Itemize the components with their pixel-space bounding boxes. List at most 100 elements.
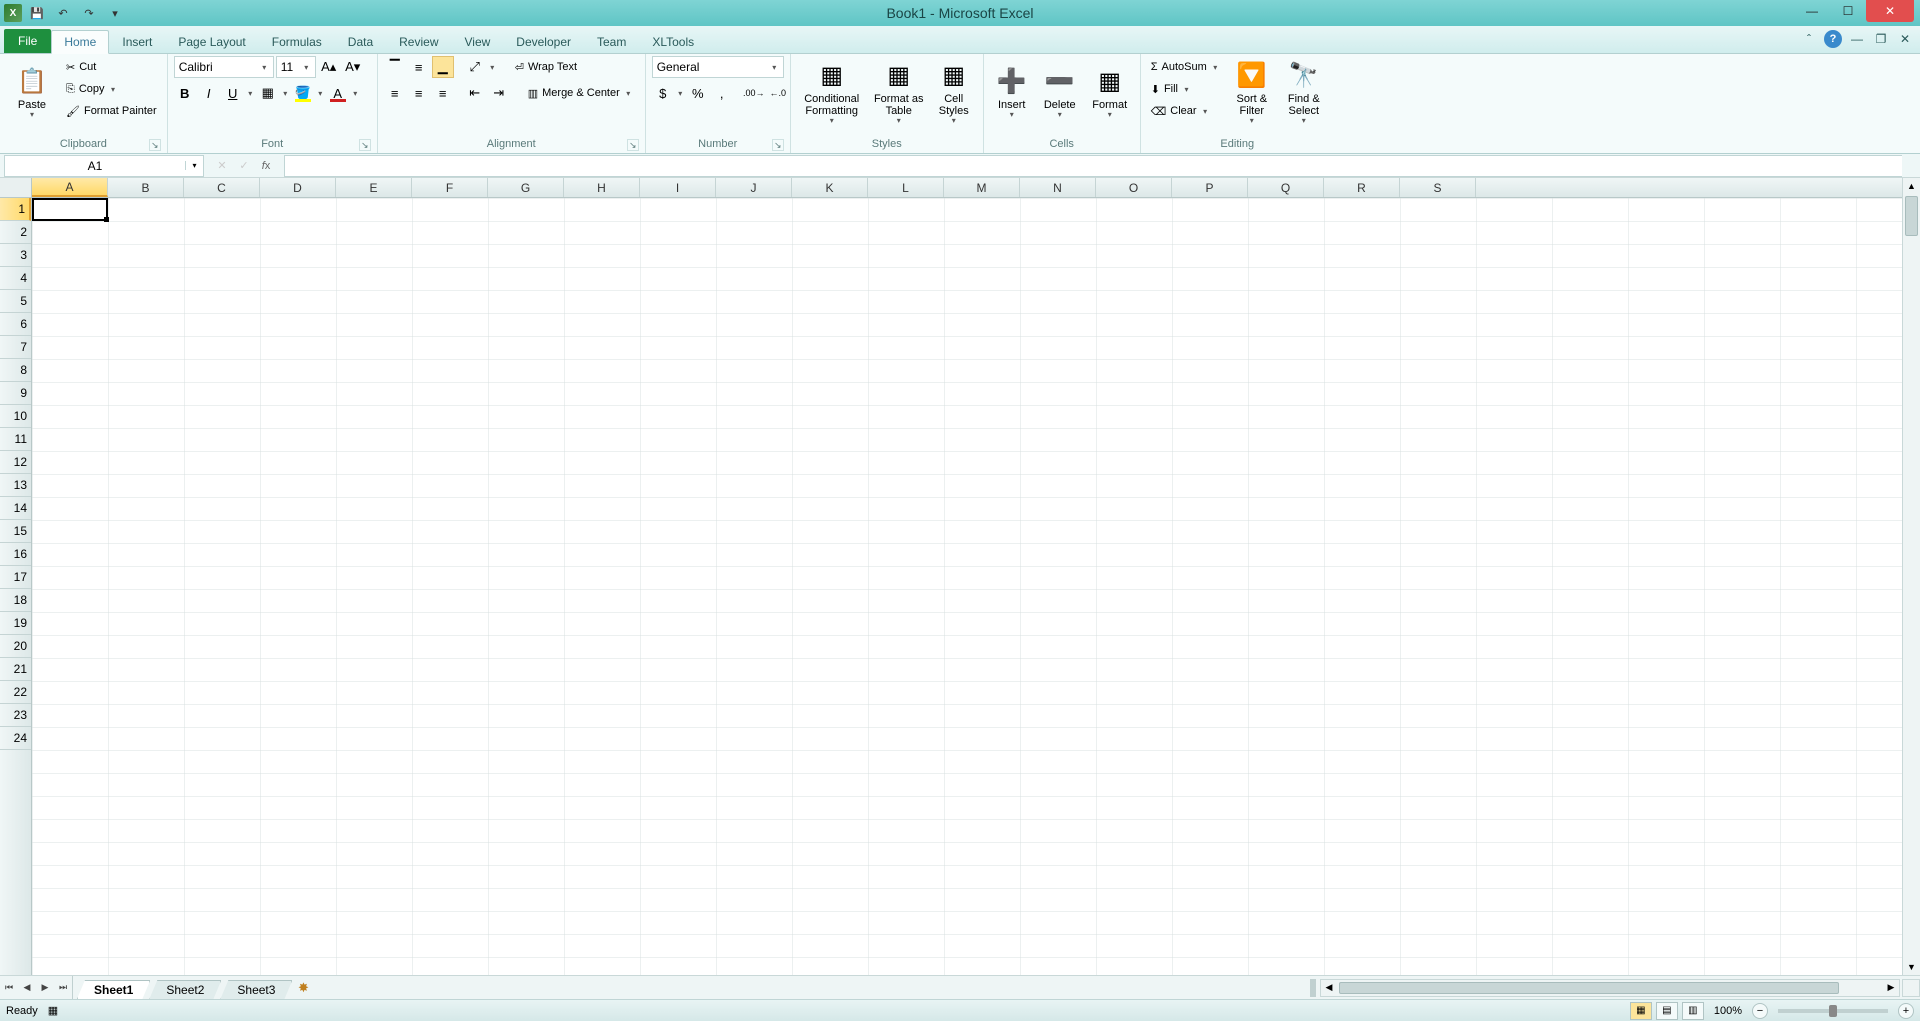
row-header-9[interactable]: 9 xyxy=(0,382,31,405)
hscroll-thumb[interactable] xyxy=(1339,982,1839,994)
row-header-18[interactable]: 18 xyxy=(0,589,31,612)
delete-cells-button[interactable]: ➖Delete▾ xyxy=(1038,56,1082,130)
row-header-3[interactable]: 3 xyxy=(0,244,31,267)
next-sheet-button[interactable]: ▶ xyxy=(36,976,54,999)
row-header-7[interactable]: 7 xyxy=(0,336,31,359)
column-header-S[interactable]: S xyxy=(1400,178,1476,197)
insert-cells-button[interactable]: ➕Insert▾ xyxy=(990,56,1034,130)
last-sheet-button[interactable]: ⏭ xyxy=(54,976,72,999)
undo-button[interactable]: ↶ xyxy=(52,3,74,23)
format-painter-button[interactable]: 🖌Format Painter xyxy=(62,100,161,122)
row-header-24[interactable]: 24 xyxy=(0,727,31,750)
increase-decimal-button[interactable]: .00→ xyxy=(743,82,765,104)
sheet-tab-sheet3[interactable]: Sheet3 xyxy=(220,980,292,999)
row-header-15[interactable]: 15 xyxy=(0,520,31,543)
row-header-13[interactable]: 13 xyxy=(0,474,31,497)
row-header-10[interactable]: 10 xyxy=(0,405,31,428)
row-header-11[interactable]: 11 xyxy=(0,428,31,451)
name-box[interactable]: A1 ▾ xyxy=(4,155,204,177)
new-sheet-button[interactable]: ✸ xyxy=(291,980,315,996)
column-header-H[interactable]: H xyxy=(564,178,640,197)
close-button[interactable]: ✕ xyxy=(1866,0,1914,22)
row-header-16[interactable]: 16 xyxy=(0,543,31,566)
mdi-minimize-icon[interactable]: — xyxy=(1848,30,1866,48)
tab-page-layout[interactable]: Page Layout xyxy=(165,29,258,53)
paste-button[interactable]: 📋 Paste ▾ xyxy=(6,56,58,130)
row-header-4[interactable]: 4 xyxy=(0,267,31,290)
decrease-decimal-button[interactable]: ←.0 xyxy=(767,82,789,104)
save-button[interactable]: 💾 xyxy=(26,3,48,23)
tab-split-handle[interactable] xyxy=(1310,979,1316,997)
minimize-button[interactable]: — xyxy=(1794,0,1830,22)
select-all-corner[interactable] xyxy=(0,178,32,198)
redo-button[interactable]: ↷ xyxy=(78,3,100,23)
conditional-formatting-button[interactable]: ▦Conditional Formatting▾ xyxy=(797,56,867,130)
scroll-up-icon[interactable]: ▲ xyxy=(1903,178,1920,194)
column-header-E[interactable]: E xyxy=(336,178,412,197)
cancel-formula-icon[interactable]: ✕ xyxy=(212,156,232,176)
align-right-button[interactable]: ≡ xyxy=(432,82,454,104)
format-as-table-button[interactable]: ▦Format as Table▾ xyxy=(871,56,927,130)
italic-button[interactable]: I xyxy=(198,82,220,104)
format-cells-button[interactable]: ▦Format▾ xyxy=(1086,56,1134,130)
column-header-F[interactable]: F xyxy=(412,178,488,197)
name-box-dropdown[interactable]: ▾ xyxy=(185,161,203,170)
fill-button[interactable]: ⬇Fill▾ xyxy=(1147,78,1224,100)
column-header-K[interactable]: K xyxy=(792,178,868,197)
column-header-M[interactable]: M xyxy=(944,178,1020,197)
row-header-20[interactable]: 20 xyxy=(0,635,31,658)
row-header-17[interactable]: 17 xyxy=(0,566,31,589)
vertical-scrollbar[interactable]: ▲ ▼ xyxy=(1902,178,1920,975)
tab-view[interactable]: View xyxy=(452,29,504,53)
column-header-D[interactable]: D xyxy=(260,178,336,197)
bold-button[interactable]: B xyxy=(174,82,196,104)
minimize-ribbon-icon[interactable]: ˆ xyxy=(1800,30,1818,48)
fill-color-button[interactable]: 🪣 xyxy=(292,82,314,104)
tab-team[interactable]: Team xyxy=(584,29,639,53)
font-color-button[interactable]: A xyxy=(327,82,349,104)
tab-xltools[interactable]: XLTools xyxy=(639,29,707,53)
column-header-L[interactable]: L xyxy=(868,178,944,197)
accounting-format-button[interactable]: $ xyxy=(652,82,674,104)
row-header-2[interactable]: 2 xyxy=(0,221,31,244)
split-box[interactable] xyxy=(1902,979,1920,997)
align-left-button[interactable]: ≡ xyxy=(384,82,406,104)
zoom-in-button[interactable]: + xyxy=(1898,1003,1914,1019)
copy-button[interactable]: ⎘Copy▾ xyxy=(62,78,161,100)
row-header-8[interactable]: 8 xyxy=(0,359,31,382)
formula-input[interactable] xyxy=(284,155,1902,177)
tab-formulas[interactable]: Formulas xyxy=(259,29,335,53)
cut-button[interactable]: ✂Cut xyxy=(62,56,161,78)
decrease-indent-button[interactable]: ⇤ xyxy=(464,82,486,104)
column-header-I[interactable]: I xyxy=(640,178,716,197)
autosum-button[interactable]: ΣAutoSum▾ xyxy=(1147,56,1224,78)
column-header-O[interactable]: O xyxy=(1096,178,1172,197)
fx-icon[interactable]: fx xyxy=(256,156,276,176)
page-layout-view-button[interactable]: ▤ xyxy=(1656,1002,1678,1020)
font-size-combo[interactable]: 11▾ xyxy=(276,56,316,78)
percent-button[interactable]: % xyxy=(687,82,709,104)
enter-formula-icon[interactable]: ✓ xyxy=(234,156,254,176)
row-header-21[interactable]: 21 xyxy=(0,658,31,681)
wrap-text-button[interactable]: ⏎Wrap Text xyxy=(511,56,581,78)
orientation-button[interactable]: ⤢ xyxy=(464,56,486,78)
row-header-5[interactable]: 5 xyxy=(0,290,31,313)
tab-file[interactable]: File xyxy=(4,29,51,53)
row-header-22[interactable]: 22 xyxy=(0,681,31,704)
scroll-down-icon[interactable]: ▼ xyxy=(1903,959,1920,975)
row-header-1[interactable]: 1 xyxy=(0,198,31,221)
increase-indent-button[interactable]: ⇥ xyxy=(488,82,510,104)
mdi-restore-icon[interactable]: ❐ xyxy=(1872,30,1890,48)
help-icon[interactable]: ? xyxy=(1824,30,1842,48)
number-format-combo[interactable]: General▾ xyxy=(652,56,784,78)
column-header-P[interactable]: P xyxy=(1172,178,1248,197)
excel-icon[interactable]: X xyxy=(4,4,22,22)
tab-developer[interactable]: Developer xyxy=(503,29,584,53)
column-header-B[interactable]: B xyxy=(108,178,184,197)
border-button[interactable]: ▦ xyxy=(257,82,279,104)
scroll-thumb[interactable] xyxy=(1905,196,1918,236)
sheet-tab-sheet1[interactable]: Sheet1 xyxy=(77,980,150,999)
cells-area[interactable] xyxy=(32,198,1902,975)
merge-center-button[interactable]: ▥Merge & Center▾ xyxy=(524,82,637,104)
first-sheet-button[interactable]: ⏮ xyxy=(0,976,18,999)
